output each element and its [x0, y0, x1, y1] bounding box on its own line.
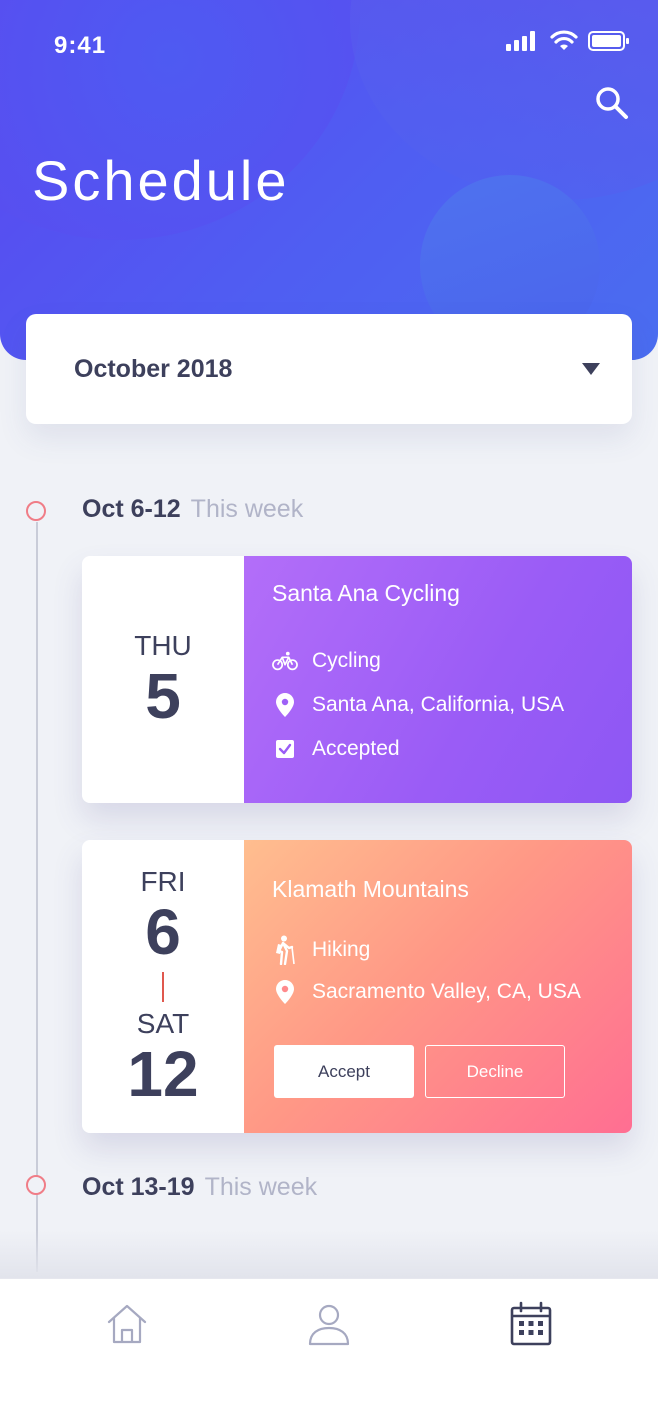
event-location: Sacramento Valley, CA, USA	[272, 979, 581, 1005]
event-title: Klamath Mountains	[272, 876, 469, 902]
battery-icon	[588, 31, 629, 51]
bicycle-icon	[272, 648, 298, 674]
tab-profile[interactable]	[304, 1299, 354, 1349]
week-label: This week	[190, 495, 304, 523]
event-location-label: Sacramento Valley, CA, USA	[312, 980, 581, 1003]
location-pin-icon	[272, 979, 298, 1005]
profile-icon	[308, 1304, 350, 1346]
checkbox-checked-icon	[272, 736, 298, 762]
event-date-range: FRI 6 SAT 12	[82, 840, 244, 1133]
event-activity-label: Hiking	[312, 938, 371, 961]
event-start-day-number: 6	[145, 895, 181, 968]
event-end-day-of-week: SAT	[136, 1007, 190, 1039]
timeline-dot	[26, 1175, 46, 1195]
event-start-day-of-week: FRI	[140, 865, 186, 897]
header: 9:41 Schedule	[0, 0, 658, 360]
tab-calendar[interactable]	[506, 1299, 556, 1349]
event-day-number: 5	[145, 659, 181, 732]
week-header: Oct 6-12 This week	[82, 495, 303, 524]
month-dropdown-value: October 2018	[74, 355, 233, 383]
event-status-label: Accepted	[312, 737, 400, 760]
event-location: Santa Ana, California, USA	[272, 692, 564, 718]
calendar-icon	[510, 1301, 552, 1346]
location-pin-icon	[272, 692, 298, 718]
week-range: Oct 13-19	[82, 1173, 195, 1201]
timeline-line	[36, 522, 38, 1272]
date-range-separator	[162, 971, 164, 1002]
hiking-icon	[272, 935, 298, 965]
event-title: Santa Ana Cycling	[272, 580, 460, 606]
timeline-dot	[26, 501, 46, 521]
month-dropdown[interactable]: October 2018	[26, 314, 632, 424]
status-icons	[506, 30, 630, 52]
week-header: Oct 13-19 This week	[82, 1173, 317, 1202]
decline-button[interactable]: Decline	[425, 1045, 565, 1098]
tab-home[interactable]	[102, 1299, 152, 1349]
event-activity: Cycling	[272, 648, 381, 674]
event-activity-label: Cycling	[312, 649, 381, 672]
event-card[interactable]: FRI 6 SAT 12 Klamath Mountains Hiking Sa…	[82, 840, 632, 1133]
wifi-icon	[550, 30, 578, 50]
event-activity: Hiking	[272, 935, 371, 965]
week-range: Oct 6-12	[82, 495, 181, 523]
event-day-of-week: THU	[134, 629, 192, 661]
search-icon	[596, 87, 628, 119]
event-status: Accepted	[272, 736, 400, 762]
week-label: This week	[204, 1173, 318, 1201]
search-button[interactable]	[594, 85, 630, 121]
event-card[interactable]: THU 5 Santa Ana Cycling Cycling Santa An…	[82, 556, 632, 803]
accept-button[interactable]: Accept	[274, 1045, 414, 1098]
tab-bar	[0, 1278, 658, 1425]
event-end-day-number: 12	[127, 1037, 199, 1110]
scroll-fade	[0, 1230, 658, 1278]
caret-down-icon	[582, 363, 600, 375]
signal-icon	[506, 31, 535, 51]
event-details: Santa Ana Cycling Cycling Santa Ana, Cal…	[244, 556, 632, 803]
event-location-label: Santa Ana, California, USA	[312, 693, 565, 716]
home-icon	[107, 1304, 147, 1344]
event-date: THU 5	[82, 556, 244, 803]
status-time: 9:41	[54, 32, 107, 59]
event-details: Klamath Mountains Hiking Sacramento Vall…	[244, 840, 632, 1133]
page-title: Schedule	[32, 149, 290, 212]
